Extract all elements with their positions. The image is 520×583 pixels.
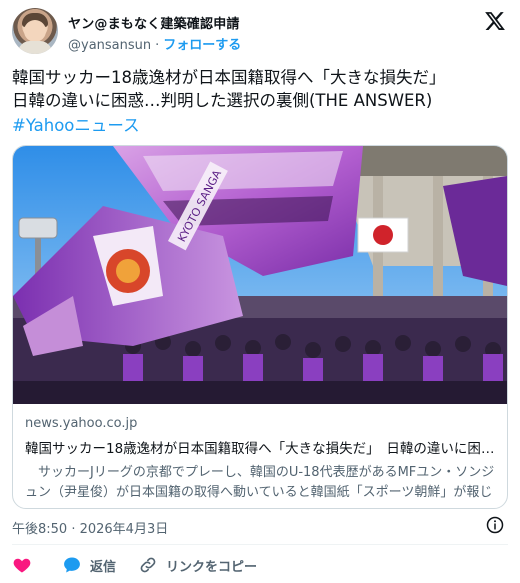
author-handle-row: @yansansun · フォローする (68, 34, 241, 53)
reply-label: 返信 (90, 559, 117, 575)
card-meta: news.yahoo.co.jp 韓国サッカー18歳逸材が日本国籍取得へ「大きな… (25, 416, 495, 503)
link-preview-card[interactable]: KYOTO SANGA news.yahoo.co.jp 韓国サッカー18歳逸材… (12, 145, 508, 509)
copy-link-label: リンクをコピー (166, 559, 258, 575)
card-title[interactable]: 韓国サッカー18歳逸材が日本国籍取得へ「大きな損失だ」 日韓の違いに困惑…判明し… (25, 437, 495, 457)
author-name[interactable]: ヤン@まもなく建築確認申請 (68, 13, 240, 32)
follow-button[interactable]: フォローする (163, 38, 241, 53)
card-image[interactable]: KYOTO SANGA (13, 146, 507, 404)
divider (12, 544, 508, 545)
card-domain: news.yahoo.co.jp (25, 416, 138, 431)
info-icon[interactable] (486, 516, 504, 534)
tweet-text: 韓国サッカー18歳逸材が日本国籍取得へ「大きな損失だ」 日韓の違いに困惑…判明し… (12, 68, 446, 110)
hashtag-link[interactable]: #Yahooニュース (12, 112, 140, 136)
reply-icon (64, 557, 80, 573)
avatar[interactable] (12, 8, 58, 54)
reply-button[interactable]: 返信 (62, 555, 116, 575)
tweet-header: ヤン@まもなく建築確認申請 @yansansun · フォローする (12, 8, 508, 56)
like-button[interactable] (12, 555, 40, 575)
timestamp[interactable]: 午後8:50 · 2026年4月3日 (12, 518, 168, 537)
heart-icon (13, 558, 31, 573)
separator-dot: · (155, 38, 160, 53)
action-bar: 返信 リンクをコピー (12, 554, 279, 576)
copy-link-button[interactable]: リンクをコピー (138, 555, 257, 575)
link-icon (140, 557, 156, 573)
card-description: サッカーJリーグの京都でプレーし、韓国のU-18代表歴があるMFユン・ソンジュン… (25, 465, 495, 500)
x-logo-icon[interactable] (484, 10, 506, 32)
author-handle[interactable]: @yansansun (68, 38, 151, 53)
